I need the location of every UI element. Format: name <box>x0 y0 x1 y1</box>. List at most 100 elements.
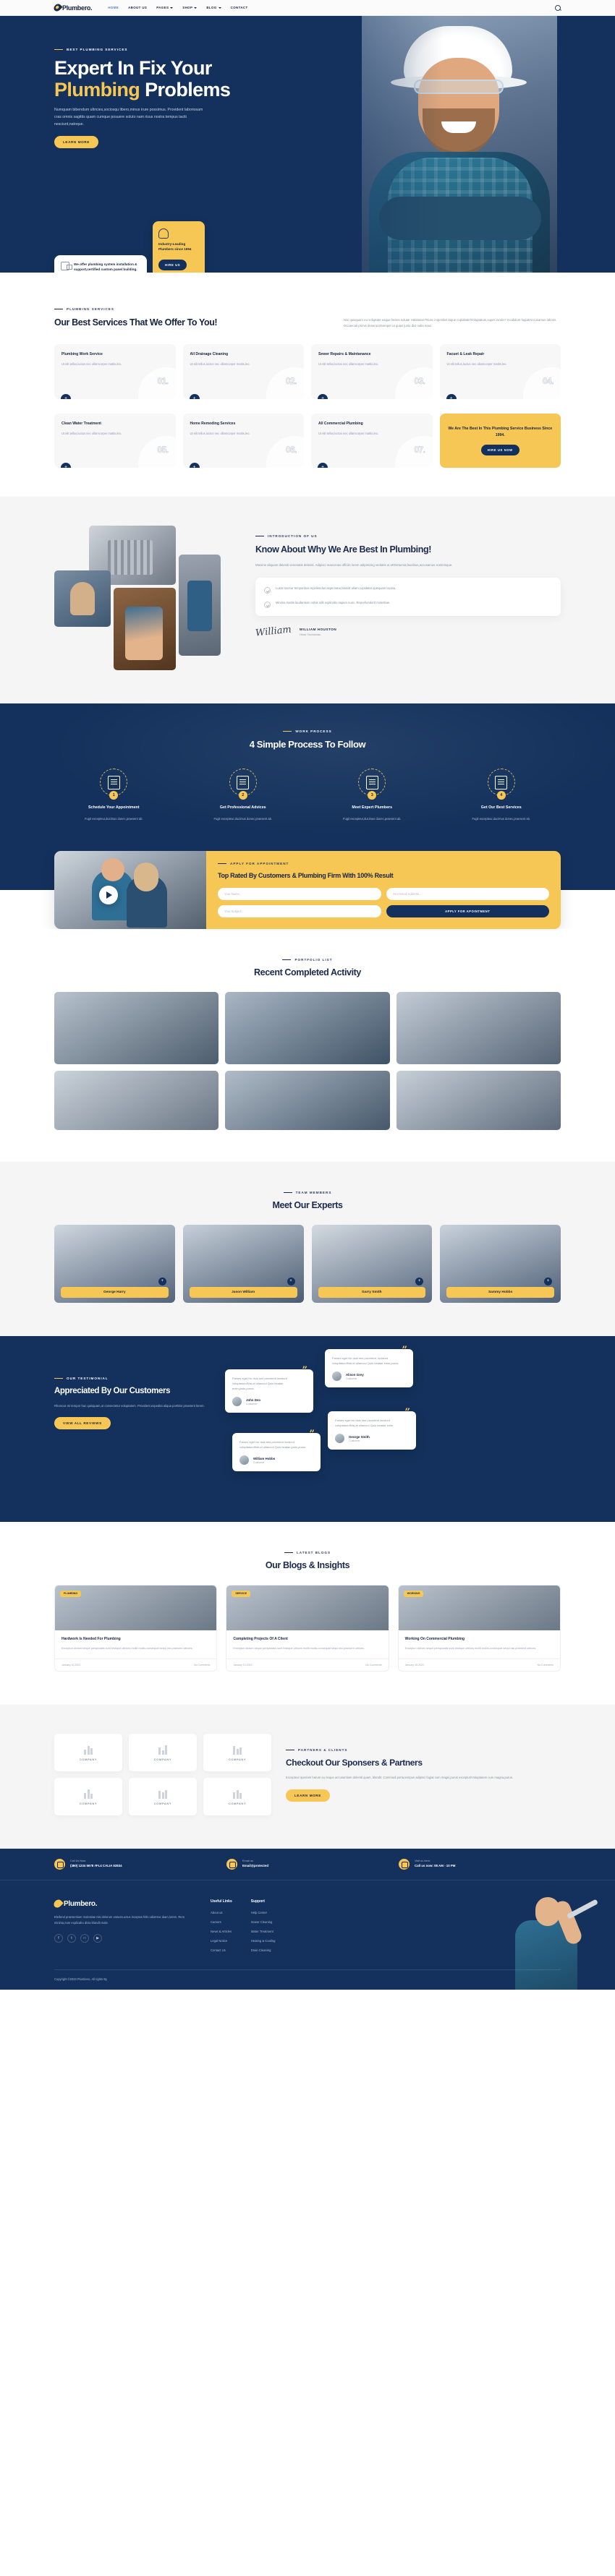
service-expand-button[interactable]: + <box>318 463 328 468</box>
sponsors-learn-more-button[interactable]: LEARN MORE <box>286 1789 330 1802</box>
footer-link[interactable]: News & Articles <box>211 1930 232 1933</box>
service-expand-button[interactable]: + <box>189 463 200 468</box>
team-eyebrow: TEAM MEMBERS <box>295 1190 332 1194</box>
youtube-icon[interactable]: ▶ <box>93 1934 102 1943</box>
portfolio-item[interactable] <box>396 991 561 1064</box>
service-expand-button[interactable]: + <box>189 393 200 399</box>
hire-us-button[interactable]: HIRE US <box>158 260 187 270</box>
instagram-icon[interactable]: □ <box>80 1934 89 1943</box>
dash-icon <box>284 1552 293 1553</box>
twitter-icon[interactable]: t <box>67 1934 76 1943</box>
sponsor-logo[interactable]: COMPANY <box>54 1778 122 1816</box>
service-card[interactable]: Plumbing Work Service Ut elit tellus,luc… <box>54 344 176 399</box>
footer-link[interactable]: Careers <box>211 1920 232 1924</box>
blog-thumbnail: PLUMBING <box>55 1585 217 1630</box>
service-expand-button[interactable]: + <box>318 393 328 399</box>
about-lead: Maxime aliquam deleniti venenatis deleni… <box>255 562 453 567</box>
footer-logo[interactable]: Plumbero. <box>52 1898 192 1909</box>
service-title: Home Remoding Services <box>190 421 236 426</box>
site-logo[interactable]: Plumbero. <box>52 2 93 13</box>
footer-link[interactable]: Water Treatment <box>251 1930 276 1933</box>
play-button-icon[interactable] <box>99 885 118 904</box>
sponsor-logo[interactable]: COMPANY <box>129 1778 197 1816</box>
team-expand-button[interactable]: + <box>415 1277 424 1285</box>
about-title: Know About Why We Are Best In Plumbing! <box>255 544 431 555</box>
hero-learn-more-button[interactable]: LEARN MORE <box>54 136 98 149</box>
team-member[interactable]: + George Harry <box>54 1224 175 1303</box>
service-card[interactable]: Sewer Repairs & Maintanance Ut elit tell… <box>311 344 433 399</box>
contact-phone[interactable]: Call Us Now: (380) 1234 5678 #FL4 CALIA … <box>54 1859 216 1870</box>
service-expand-button[interactable]: + <box>61 393 71 399</box>
phone-icon <box>54 1859 65 1870</box>
service-expand-button[interactable]: + <box>61 463 71 468</box>
team-member[interactable]: + Garry Smith <box>311 1224 433 1303</box>
nav-item-shop[interactable]: SHOP <box>182 6 198 9</box>
sponsor-logo[interactable]: COMPANY <box>129 1734 197 1772</box>
contact-label: Call Us Now: <box>70 1860 86 1863</box>
footer-link[interactable]: Heating & Cooling <box>251 1939 276 1943</box>
apply-appointment-button[interactable]: APPLY FOR APOINTMENT <box>386 904 549 917</box>
sponsors-section: COMPANY COMPANY COMPANY COMPANY COMPANY … <box>0 1705 615 1849</box>
search-icon[interactable] <box>555 4 561 11</box>
nav-label: BLOG <box>206 6 217 9</box>
footer-link[interactable]: Help Center <box>251 1911 276 1914</box>
service-card[interactable]: All Commercial Plumbing Ut elit tellus,l… <box>311 413 433 468</box>
testimonials-section: OUR TESTIMONIAL Appreciated By Our Custo… <box>0 1335 615 1522</box>
team-member-name: Sammy Hobbs <box>446 1286 554 1298</box>
appointment-photo <box>54 850 206 929</box>
nav-item-contact[interactable]: CONTACT <box>231 6 248 9</box>
sewer-icon <box>318 375 331 386</box>
sponsor-logo[interactable]: COMPANY <box>203 1734 271 1772</box>
facebook-icon[interactable]: f <box>54 1934 63 1943</box>
nav-item-about[interactable]: ABOUT US <box>128 6 147 9</box>
nav-item-home[interactable]: HOME <box>108 6 119 9</box>
footer-link[interactable]: Legal Notice <box>211 1939 232 1943</box>
process-step: 4 Get Our Best Services Fugit excepteur,… <box>442 769 561 821</box>
about-signature-row: William WILLIAM HOUSTON Head Technician <box>255 625 561 639</box>
service-desc: Ut elit tellus,luctus nec ullamcorper ma… <box>318 432 379 436</box>
building-icon <box>157 1789 169 1799</box>
email-input[interactable] <box>386 887 549 900</box>
sponsor-logo[interactable]: COMPANY <box>203 1778 271 1816</box>
footer-social-links: f t □ ▶ <box>54 1934 192 1943</box>
name-input[interactable] <box>218 887 381 900</box>
portfolio-item[interactable] <box>225 1070 390 1130</box>
testimonial-name: William Hobbs <box>253 1456 276 1460</box>
house-icon <box>190 444 203 455</box>
quote-icon: ” <box>309 1428 315 1439</box>
service-card[interactable]: Clean Water Treatment Ut elit tellus,luc… <box>54 413 176 468</box>
team-member[interactable]: + Jason William <box>182 1224 304 1303</box>
service-card[interactable]: Home Remoding Services Ut elit tellus,lu… <box>182 413 304 468</box>
footer-link[interactable]: About us <box>211 1911 232 1914</box>
subject-input[interactable] <box>218 904 381 917</box>
footer-link[interactable]: Sewer Cleaning <box>251 1920 276 1924</box>
service-card[interactable]: All Drainage Cleaning Ut elit tellus,luc… <box>182 344 304 399</box>
team-expand-button[interactable]: + <box>158 1277 166 1285</box>
service-card[interactable]: Facuet & Leak Repair Ut elit tellus,luct… <box>439 344 561 399</box>
testimonial-name: Alison Grey <box>346 1372 364 1377</box>
team-expand-button[interactable]: + <box>544 1277 552 1285</box>
view-all-reviews-button[interactable]: VIEW ALL REVIEWS <box>54 1416 111 1429</box>
portfolio-item[interactable] <box>54 991 219 1064</box>
nav-item-blog[interactable]: BLOG <box>206 6 221 9</box>
contact-email[interactable]: Email us: Email@protected <box>226 1859 389 1870</box>
team-expand-button[interactable]: + <box>287 1277 295 1285</box>
hero-info-card-text: We offer plumbing system installation & … <box>74 262 137 271</box>
team-member[interactable]: + Sammy Hobbs <box>440 1224 561 1303</box>
contact-hours[interactable]: Visit us here: Call us now: 08 AM - 10 P… <box>399 1859 561 1870</box>
blog-card[interactable]: WORKING Working On Commercial Plumbing E… <box>397 1584 561 1672</box>
footer-link[interactable]: Contact Us <box>211 1948 232 1952</box>
portfolio-item[interactable] <box>225 991 390 1064</box>
blog-card[interactable]: PLUMBING Hardwork Is Needed For Plumbing… <box>54 1584 218 1672</box>
hero-title: Expert In Fix Your Plumbing Problems <box>54 57 561 100</box>
service-expand-button[interactable]: + <box>446 393 457 399</box>
service-title: All Drainage Cleaning <box>190 352 229 356</box>
blog-card[interactable]: SERVICE Completing Projects Of A Client … <box>226 1584 389 1672</box>
portfolio-item[interactable] <box>396 1070 561 1130</box>
footer-column-title: Useful Links <box>211 1899 232 1904</box>
portfolio-item[interactable] <box>54 1070 219 1130</box>
hire-us-now-button[interactable]: HIRE US NOW <box>480 444 519 455</box>
footer-link[interactable]: Drain Cleaning <box>251 1948 276 1952</box>
nav-item-pages[interactable]: PAGES <box>156 6 174 9</box>
sponsor-logo[interactable]: COMPANY <box>54 1734 122 1772</box>
